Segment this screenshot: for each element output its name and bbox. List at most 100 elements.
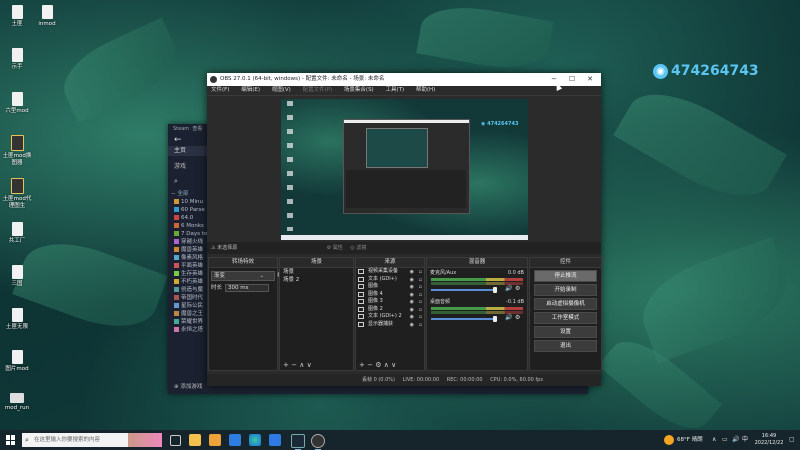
- volume-handle[interactable]: [493, 287, 497, 293]
- menu-edit[interactable]: 编辑(E): [241, 87, 260, 93]
- game-icon: [174, 271, 179, 276]
- studio-mode-button[interactable]: 工作室模式: [534, 312, 597, 324]
- task-view-icon[interactable]: [170, 435, 181, 446]
- menu-help[interactable]: 帮助(H): [416, 87, 435, 93]
- scene-item[interactable]: 场景 2: [280, 276, 353, 284]
- steam-tab-label[interactable]: Steam: [173, 126, 189, 132]
- scene-item[interactable]: 场景: [280, 268, 353, 276]
- obs-logo-icon: [210, 76, 217, 83]
- source-item[interactable]: 文本 (GDI+) 2 ◉ ▫: [356, 313, 424, 321]
- exit-button[interactable]: 退出: [534, 340, 597, 352]
- file-explorer-icon[interactable]: [189, 434, 201, 446]
- desktop-icon[interactable]: 土匪mod代理图生: [0, 178, 34, 210]
- menu-file[interactable]: 文件(F): [211, 87, 229, 93]
- game-icon: [174, 311, 179, 316]
- desktop-icon[interactable]: inmod: [30, 5, 64, 28]
- gear-icon[interactable]: ⚙: [515, 314, 520, 321]
- desktop-icon[interactable]: 三国: [0, 265, 34, 288]
- close-icon[interactable]: ✕: [581, 73, 599, 86]
- volume-handle[interactable]: [493, 316, 497, 322]
- volume-icon[interactable]: 🔊: [732, 430, 739, 450]
- virtual-camera-button[interactable]: 启动虚拟摄像机: [534, 298, 597, 310]
- source-item-label: 显示器捕获: [368, 320, 394, 327]
- lock-icon[interactable]: ▫: [419, 322, 422, 330]
- settings-button[interactable]: 设置: [534, 326, 597, 338]
- obs-taskbar-icon[interactable]: [311, 434, 325, 450]
- notification-icon[interactable]: ▢: [789, 430, 795, 450]
- source-item[interactable]: 视频采集设备 ◉ ▫: [356, 268, 424, 276]
- store-icon[interactable]: [269, 434, 281, 446]
- steam-menu-item[interactable]: 查看: [192, 126, 202, 132]
- desktop-icon[interactable]: 图片mod: [0, 350, 34, 373]
- gear-icon[interactable]: ⚙: [515, 285, 520, 292]
- source-item[interactable]: 图像 4 ◉ ▫: [356, 291, 424, 299]
- network-icon[interactable]: ▭: [722, 430, 728, 450]
- source-item[interactable]: 显示器捕获 ◉ ▫: [356, 321, 424, 329]
- desktop-icon[interactable]: 共工厂: [0, 222, 34, 245]
- game-icon: [174, 207, 179, 212]
- volume-slider[interactable]: [431, 289, 493, 291]
- desktop-icon-label: 土匪: [11, 21, 23, 27]
- steam-taskbar-icon[interactable]: [291, 434, 305, 450]
- menu-tools[interactable]: 工具(T): [385, 87, 404, 93]
- source-item[interactable]: 图像 2 ◉ ▫: [356, 306, 424, 314]
- remove-icon[interactable]: −: [291, 361, 297, 369]
- scenes-footer: + − ∧ ∨: [280, 360, 353, 370]
- desktop-icon[interactable]: mod_run: [0, 393, 34, 412]
- source-item-label: 文本 (GDI+) 2: [368, 313, 402, 319]
- gear-icon[interactable]: ⚙: [375, 361, 381, 369]
- sources-dock: 来源 视频采集设备 ◉ ▫ 文本 (GDI+) ◉ ▫ 图像 ◉ ▫ 图像 4 ◉ ▫ 图像 3 ◉ ▫ 图像…: [355, 257, 425, 371]
- edge-icon[interactable]: [249, 434, 261, 446]
- properties-button[interactable]: ⚙ 属性: [327, 245, 343, 251]
- maximize-icon[interactable]: ☐: [563, 73, 581, 86]
- volume-slider[interactable]: [431, 318, 493, 320]
- source-item[interactable]: 图像 3 ◉ ▫: [356, 298, 424, 306]
- mixer-channel: 桌面音频 -0.1 dB 🔊 ⚙: [427, 299, 527, 324]
- desktop-icon[interactable]: 土匪无限: [0, 308, 34, 331]
- desktop-icon[interactable]: 示手: [0, 48, 34, 71]
- source-item-label: 文本 (GDI+): [368, 275, 397, 282]
- transition-type-select[interactable]: 渐变 ⌄ ⚙: [211, 271, 283, 281]
- speaker-icon[interactable]: 🔊: [505, 285, 512, 292]
- source-item[interactable]: 文本 (GDI+) ◉ ▫: [356, 276, 424, 284]
- start-icon[interactable]: [6, 435, 16, 445]
- obs-preview[interactable]: ◉ 474264743: [281, 99, 528, 240]
- mixer-channel-name: 麦克风/Aux: [430, 270, 457, 276]
- folder-icon[interactable]: [209, 434, 221, 446]
- add-icon[interactable]: +: [283, 361, 289, 369]
- steam-game-label: 像素风格: [181, 255, 204, 261]
- move-down-icon[interactable]: ∨: [307, 361, 312, 369]
- desktop-icon[interactable]: 土匪: [0, 5, 34, 28]
- desktop-icon[interactable]: 土匪mod换图器: [0, 135, 34, 167]
- source-item-label: 图像: [368, 283, 379, 289]
- add-icon[interactable]: +: [359, 361, 365, 369]
- move-up-icon[interactable]: ∧: [384, 361, 389, 369]
- ime-indicator[interactable]: 中: [742, 430, 748, 450]
- search-box[interactable]: ⌕ 在这里输入你要搜索的内容: [22, 433, 162, 447]
- weather-text[interactable]: 68°F 晴朗: [677, 430, 703, 450]
- move-down-icon[interactable]: ∨: [391, 361, 396, 369]
- stop-streaming-button[interactable]: 停止推流: [534, 270, 597, 282]
- move-up-icon[interactable]: ∧: [299, 361, 304, 369]
- source-item[interactable]: 图像 ◉ ▫: [356, 283, 424, 291]
- steam-add-game[interactable]: ⊕ 添加游戏: [168, 382, 202, 392]
- menu-profile[interactable]: 配置文件(P): [303, 87, 333, 93]
- speaker-icon[interactable]: 🔊: [505, 314, 512, 321]
- game-icon: [174, 223, 179, 228]
- start-recording-button[interactable]: 开始录制: [534, 284, 597, 296]
- duration-input[interactable]: 300 ms: [225, 284, 269, 292]
- source-item-label: 视频采集设备: [368, 268, 399, 274]
- menu-view[interactable]: 视图(V): [272, 87, 291, 93]
- obs-titlebar[interactable]: OBS 27.0.1 (64-bit, windows) - 配置文件: 未命名…: [207, 73, 601, 86]
- eye-icon[interactable]: ◉: [410, 322, 414, 330]
- chevron-up-icon[interactable]: ∧: [712, 430, 716, 450]
- menu-scene-collection[interactable]: 场景集合(S): [344, 87, 374, 93]
- remove-icon[interactable]: −: [367, 361, 373, 369]
- game-icon: [174, 303, 179, 308]
- mail-icon[interactable]: [229, 434, 241, 446]
- desktop-icon[interactable]: 六型mod: [0, 92, 34, 115]
- obs-window[interactable]: OBS 27.0.1 (64-bit, windows) - 配置文件: 未命名…: [207, 73, 602, 386]
- filters-button[interactable]: ◎ 滤镜: [350, 245, 366, 251]
- preview-nested-obs: [343, 119, 470, 214]
- clock[interactable]: 16:49 2022/12/22: [752, 433, 786, 447]
